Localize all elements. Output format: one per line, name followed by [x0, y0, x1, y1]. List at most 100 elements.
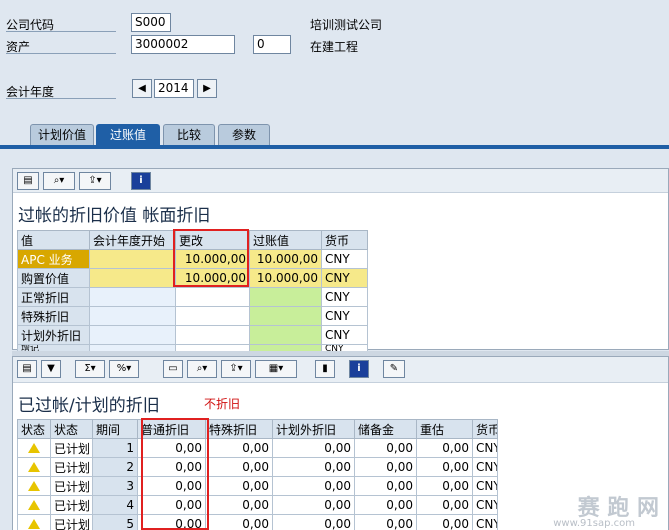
column-header[interactable]: 货币 [321, 230, 368, 250]
company-code-field[interactable]: S000 [131, 13, 171, 32]
table-cell: 0,00 [205, 514, 273, 530]
asset-underline [6, 53, 116, 54]
table-cell[interactable] [175, 325, 250, 345]
print-preview-icon[interactable]: ▭ [163, 360, 183, 378]
warning-icon [28, 519, 40, 529]
table-cell: 0,00 [205, 438, 273, 458]
next-year-button[interactable]: ▶ [197, 79, 217, 98]
previous-year-button[interactable]: ◀ [132, 79, 152, 98]
table-cell[interactable] [175, 287, 250, 307]
table-cell: CNY [321, 306, 368, 326]
subtotal-icon[interactable]: %▾ [109, 360, 139, 378]
table-cell: CNY [321, 268, 368, 288]
lower-panel-title: 已过帐/计划的折旧 [18, 396, 160, 416]
highlight-box-normal-depreciation [141, 418, 209, 530]
find-icon[interactable]: ⌕▾ [43, 172, 75, 190]
table-cell: 2 [92, 457, 138, 477]
table-cell: 0,00 [416, 457, 473, 477]
table-cell: 0,00 [354, 514, 417, 530]
print-icon[interactable]: ▤ [17, 360, 37, 378]
column-header[interactable]: 计划外折旧 [272, 419, 355, 439]
table-row[interactable]: 已计划 2 0,00 0,00 0,00 0,00 0,00 CNY [17, 457, 498, 477]
table-cell: 0,00 [416, 476, 473, 496]
table-cell: 已计划 [50, 438, 93, 458]
column-header[interactable]: 状态 [17, 419, 51, 439]
column-header[interactable]: 值 [17, 230, 90, 250]
column-header[interactable]: 状态 [50, 419, 93, 439]
table-cell: 0,00 [272, 495, 355, 515]
notes-icon[interactable]: ✎ [383, 360, 405, 378]
column-header[interactable]: 会计年度开始 [89, 230, 176, 250]
upper-panel-title: 过帐的折旧价值 帐面折旧 [18, 206, 211, 226]
tab-comparison[interactable]: 比较 [163, 124, 215, 146]
info-icon[interactable]: i [349, 360, 369, 378]
table-cell[interactable] [175, 306, 250, 326]
table-row: 特殊折旧 CNY [17, 306, 368, 326]
filter-icon[interactable]: ▼ [41, 360, 61, 378]
table-cell: 0,00 [272, 514, 355, 530]
table-cell: 已计划 [50, 514, 93, 530]
table-row[interactable]: 已计划 5 0,00 0,00 0,00 0,00 0,00 CNY [17, 514, 498, 530]
asset-number-field[interactable]: 3000002 [131, 35, 235, 54]
warning-icon [28, 462, 40, 472]
table-cell: CNY [472, 457, 498, 477]
table-cell: CNY [472, 438, 498, 458]
column-header[interactable]: 过账值 [249, 230, 322, 250]
asset-description: 在建工程 [310, 40, 359, 54]
status-cell [17, 476, 51, 496]
table-row[interactable]: 已计划 1 0,00 0,00 0,00 0,00 0,00 CNY [17, 438, 498, 458]
company-code-underline [6, 31, 116, 32]
table-cell: 0,00 [354, 438, 417, 458]
column-header[interactable]: 储备金 [354, 419, 417, 439]
table-cell: 0,00 [416, 438, 473, 458]
column-header[interactable]: 期间 [92, 419, 138, 439]
table-cell: CNY [472, 514, 498, 530]
tab-parameters[interactable]: 参数 [218, 124, 270, 146]
table-cell[interactable]: 10.000,00 [249, 268, 322, 288]
column-header[interactable]: 重估 [416, 419, 473, 439]
column-header[interactable]: 货币 [472, 419, 498, 439]
table-cell[interactable] [249, 325, 322, 345]
table-cell[interactable] [89, 306, 176, 326]
table-row: 计划外折旧 CNY [17, 325, 368, 345]
table-cell[interactable] [89, 325, 176, 345]
table-cell[interactable] [249, 306, 322, 326]
depreciation-table: 状态 状态 期间 普通折旧 特殊折旧 计划外折旧 储备金 重估 货币 已计划 1… [17, 419, 498, 530]
table-row[interactable]: 已计划 3 0,00 0,00 0,00 0,00 0,00 CNY [17, 476, 498, 496]
row-label[interactable]: 特殊折旧 [17, 306, 90, 326]
tab-planned-values[interactable]: 计划价值 [30, 124, 94, 146]
table-cell: 0,00 [354, 476, 417, 496]
row-label[interactable]: 购置价值 [17, 268, 90, 288]
table-cell: CNY [472, 495, 498, 515]
table-cell[interactable] [89, 287, 176, 307]
row-label[interactable]: 计划外折旧 [17, 325, 90, 345]
row-label[interactable]: APC 业务 [17, 249, 90, 269]
watermark-url: www.91sap.com [553, 518, 635, 529]
sum-icon[interactable]: Σ▾ [75, 360, 105, 378]
column-header[interactable]: 特殊折旧 [205, 419, 273, 439]
row-label[interactable]: 正常折旧 [17, 287, 90, 307]
export-icon[interactable]: ⇪▾ [221, 360, 251, 378]
table-cell: 0,00 [272, 457, 355, 477]
table-cell[interactable]: 10.000,00 [249, 249, 322, 269]
table-cell: 0,00 [354, 495, 417, 515]
table-cell: CNY [321, 249, 368, 269]
table-row[interactable]: 已计划 4 0,00 0,00 0,00 0,00 0,00 CNY [17, 495, 498, 515]
tab-posted-values[interactable]: 过账值 [96, 124, 160, 146]
table-cell: 已计划 [50, 457, 93, 477]
fiscal-year-field[interactable]: 2014 [154, 79, 194, 98]
chart-icon[interactable]: ▮ [315, 360, 335, 378]
print-icon[interactable]: ▤ [17, 172, 39, 190]
asset-subnumber-field[interactable]: 0 [253, 35, 291, 54]
table-cell[interactable] [89, 268, 176, 288]
warning-icon [28, 443, 40, 453]
table-cell: CNY [472, 476, 498, 496]
table-cell: 5 [92, 514, 138, 530]
status-cell [17, 438, 51, 458]
table-cell[interactable] [249, 287, 322, 307]
find-icon[interactable]: ⌕▾ [187, 360, 217, 378]
info-icon[interactable]: i [131, 172, 151, 190]
table-cell[interactable] [89, 249, 176, 269]
layout-icon[interactable]: ▦▾ [255, 360, 297, 378]
export-icon[interactable]: ⇪▾ [79, 172, 111, 190]
